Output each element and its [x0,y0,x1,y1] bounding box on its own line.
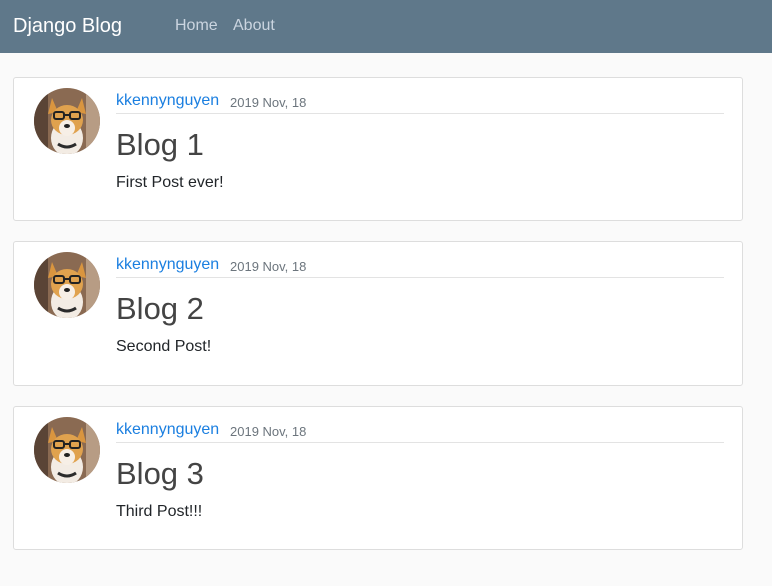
post-date: 2019 Nov, 18 [230,259,307,274]
navbar: Django Blog Home About [0,0,772,53]
nav-about-link[interactable]: About [233,16,275,36]
post-meta: kkennynguyen 2019 Nov, 18 [116,254,724,278]
brand-link[interactable]: Django Blog [13,13,122,39]
author-avatar [34,252,100,318]
post-title-link[interactable]: Blog 2 [116,291,204,327]
post-date: 2019 Nov, 18 [230,95,307,110]
post-content: First Post ever! [116,174,224,191]
author-link[interactable]: kkennynguyen [116,256,219,274]
post-date: 2019 Nov, 18 [230,424,307,439]
post-card: kkennynguyen 2019 Nov, 18 Blog 3 Third P… [13,406,743,550]
post-title-link[interactable]: Blog 3 [116,456,204,492]
author-avatar [34,417,100,483]
post-card: kkennynguyen 2019 Nov, 18 Blog 2 Second … [13,241,743,386]
nav-home-link[interactable]: Home [175,16,218,36]
author-avatar [34,88,100,154]
author-link[interactable]: kkennynguyen [116,421,219,439]
post-card: kkennynguyen 2019 Nov, 18 Blog 1 First P… [13,77,743,221]
author-link[interactable]: kkennynguyen [116,92,219,110]
post-meta: kkennynguyen 2019 Nov, 18 [116,90,724,114]
post-content: Third Post!!! [116,503,203,520]
post-content: Second Post! [116,338,212,355]
post-meta: kkennynguyen 2019 Nov, 18 [116,419,724,443]
post-title-link[interactable]: Blog 1 [116,127,204,163]
